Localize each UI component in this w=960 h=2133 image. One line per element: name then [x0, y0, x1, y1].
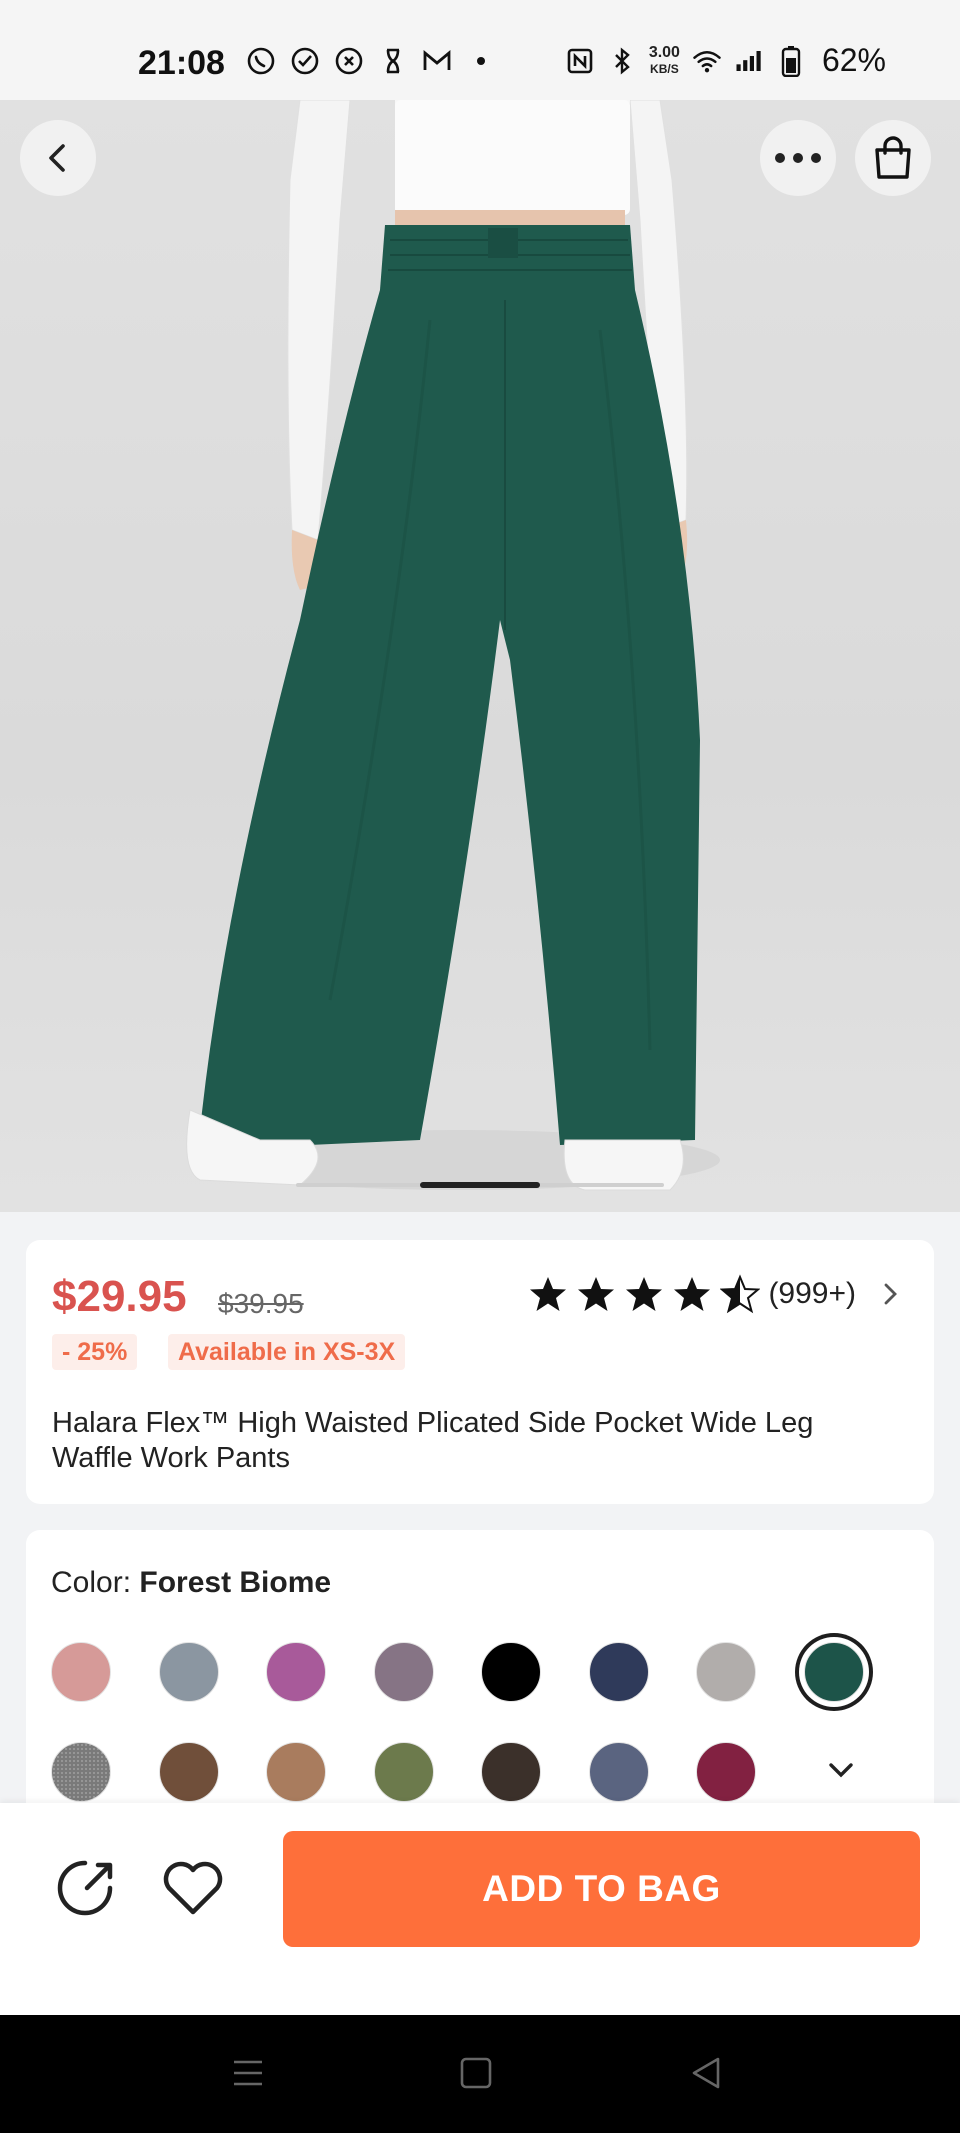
star-half-icon [720, 1274, 761, 1314]
color-swatch-selected[interactable] [803, 1642, 864, 1702]
color-swatch[interactable] [481, 1642, 541, 1702]
check-circle-icon [290, 46, 320, 76]
gmail-icon [422, 46, 452, 76]
back-triangle-icon[interactable] [686, 2053, 726, 2093]
star-full-icon [626, 1277, 663, 1311]
color-swatch[interactable] [266, 1642, 326, 1702]
nfc-icon [565, 46, 595, 76]
carousel-indicator-active [420, 1182, 540, 1188]
color-swatch[interactable] [481, 1742, 541, 1802]
star-full-icon [530, 1277, 567, 1311]
status-bar: 21:08 3.00 KB/S 62% [0, 0, 960, 100]
color-selector-card: Color: Forest Biome [26, 1530, 934, 1830]
color-swatch[interactable] [51, 1742, 111, 1802]
shopping-bag-icon [875, 136, 911, 179]
cart-button[interactable] [855, 120, 931, 196]
product-info-card: $29.95 $39.95 (999+) - 25% Available in … [26, 1240, 934, 1504]
heart-icon [163, 1861, 223, 1915]
rating-row[interactable]: (999+) [528, 1274, 904, 1314]
color-swatch[interactable] [588, 1642, 649, 1702]
rating-stars [528, 1274, 761, 1314]
availability-badge: Available in XS-3X [168, 1334, 406, 1370]
battery-icon [776, 45, 806, 77]
back-arrow-icon [49, 144, 65, 172]
color-swatch[interactable] [696, 1742, 756, 1802]
star-full-icon [674, 1277, 711, 1311]
bluetooth-icon [607, 46, 637, 76]
battery-percent: 62% [821, 42, 886, 78]
selected-color-name: Forest Biome [139, 1566, 332, 1599]
discount-badge: - 25% [52, 1334, 138, 1370]
color-swatch[interactable] [266, 1742, 326, 1802]
system-nav-bar [0, 2015, 960, 2133]
color-swatch[interactable] [588, 1742, 649, 1802]
rating-count: (999+) [768, 1277, 856, 1310]
dot-icon [466, 46, 496, 76]
status-notification-icons [246, 46, 496, 76]
product-image-carousel[interactable] [0, 100, 960, 1212]
whatsapp-icon [246, 46, 276, 76]
chevron-down-icon[interactable] [823, 1752, 859, 1788]
product-title: Halara Flex™ High Waisted Plicated Side … [52, 1407, 814, 1474]
status-time: 21:08 [138, 44, 225, 82]
more-dots-icon [775, 153, 821, 163]
color-label-prefix: Color: [51, 1566, 132, 1599]
chevron-right-icon [884, 1283, 897, 1305]
network-speed-value: 3.00 [648, 43, 680, 61]
status-system-icons: 3.00 KB/S 62% [565, 42, 886, 79]
color-swatch[interactable] [373, 1642, 434, 1702]
network-speed-unit: KB/S [650, 61, 679, 76]
back-button[interactable] [20, 120, 96, 196]
home-icon[interactable] [456, 2053, 496, 2093]
shazam-icon [334, 46, 364, 76]
color-swatch[interactable] [51, 1642, 111, 1702]
signal-icon [734, 46, 764, 76]
product-photo [186, 100, 720, 1191]
add-to-bag-button[interactable]: ADD TO BAG [283, 1831, 920, 1947]
color-swatch[interactable] [158, 1742, 219, 1802]
color-swatch[interactable] [696, 1642, 756, 1702]
wifi-icon [692, 46, 722, 76]
more-options-button[interactable] [760, 120, 836, 196]
network-speed: 3.00 KB/S [648, 43, 680, 77]
bottom-action-bar: ADD TO BAG [0, 1803, 960, 2015]
wishlist-button[interactable] [158, 1853, 228, 1923]
share-button[interactable] [50, 1853, 120, 1923]
star-full-icon [578, 1277, 615, 1311]
color-swatch[interactable] [158, 1642, 219, 1702]
color-swatch[interactable] [373, 1742, 434, 1802]
recents-menu-icon[interactable] [228, 2053, 268, 2093]
hourglass-icon [378, 46, 408, 76]
share-icon [57, 1860, 113, 1916]
color-label: Color: Forest Biome [51, 1566, 331, 1600]
sale-price: $29.95 [52, 1272, 187, 1321]
original-price: $39.95 [218, 1288, 304, 1319]
